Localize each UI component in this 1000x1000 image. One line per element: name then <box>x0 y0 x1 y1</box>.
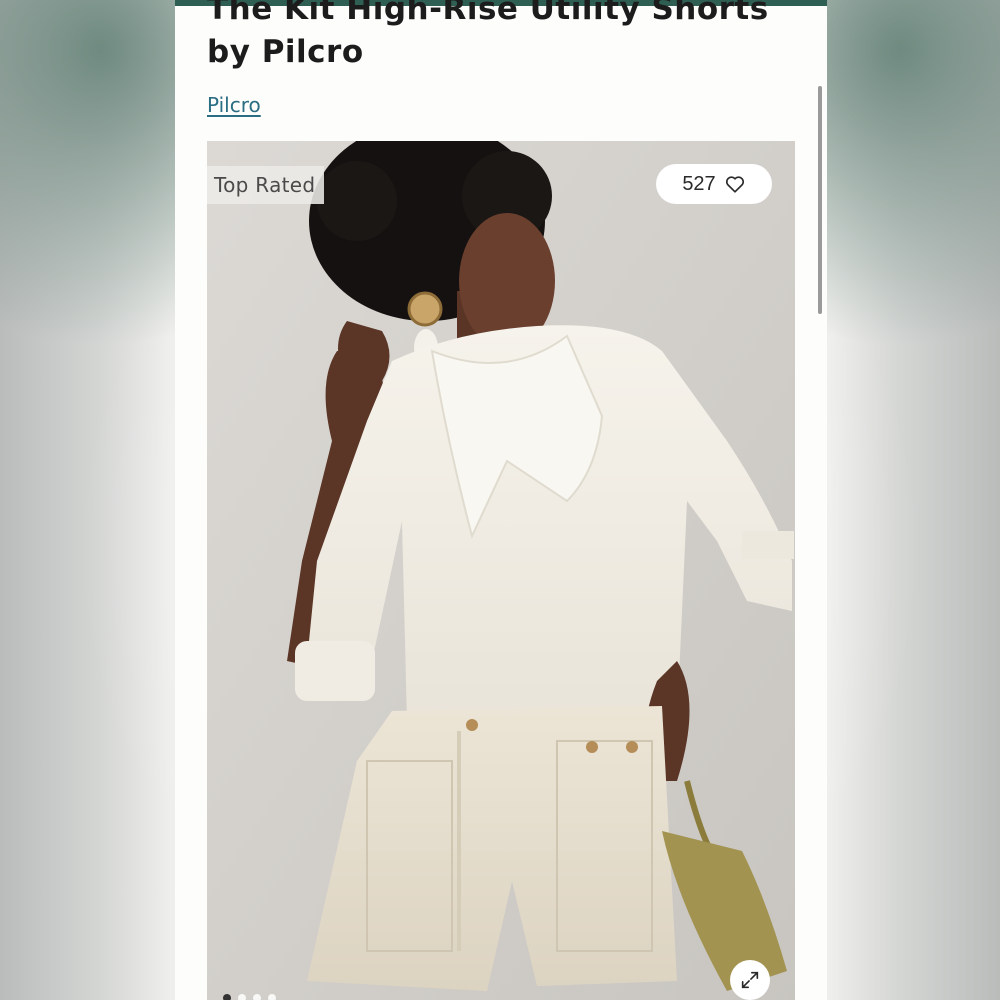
product-page: The Kit High-Rise Utility Shorts by Pilc… <box>175 0 827 1000</box>
favorite-count: 527 <box>682 172 716 195</box>
pagination-dot[interactable] <box>268 994 276 1000</box>
scrollbar[interactable] <box>818 86 822 314</box>
product-photo[interactable] <box>207 141 795 1000</box>
top-rated-badge: Top Rated <box>207 166 324 204</box>
brand-link[interactable]: Pilcro <box>207 93 261 117</box>
expand-icon <box>741 971 759 989</box>
heart-icon <box>725 176 744 193</box>
pagination-dot[interactable] <box>238 994 246 1000</box>
favorite-button[interactable]: 527 <box>656 164 772 204</box>
pagination-dot[interactable] <box>223 994 231 1000</box>
product-title: The Kit High-Rise Utility Shorts by Pilc… <box>207 0 769 70</box>
product-image-gallery[interactable]: Top Rated 527 <box>207 141 795 1000</box>
expand-image-button[interactable] <box>730 960 770 1000</box>
pagination-dot[interactable] <box>253 994 261 1000</box>
image-pagination-dots <box>223 994 276 1000</box>
